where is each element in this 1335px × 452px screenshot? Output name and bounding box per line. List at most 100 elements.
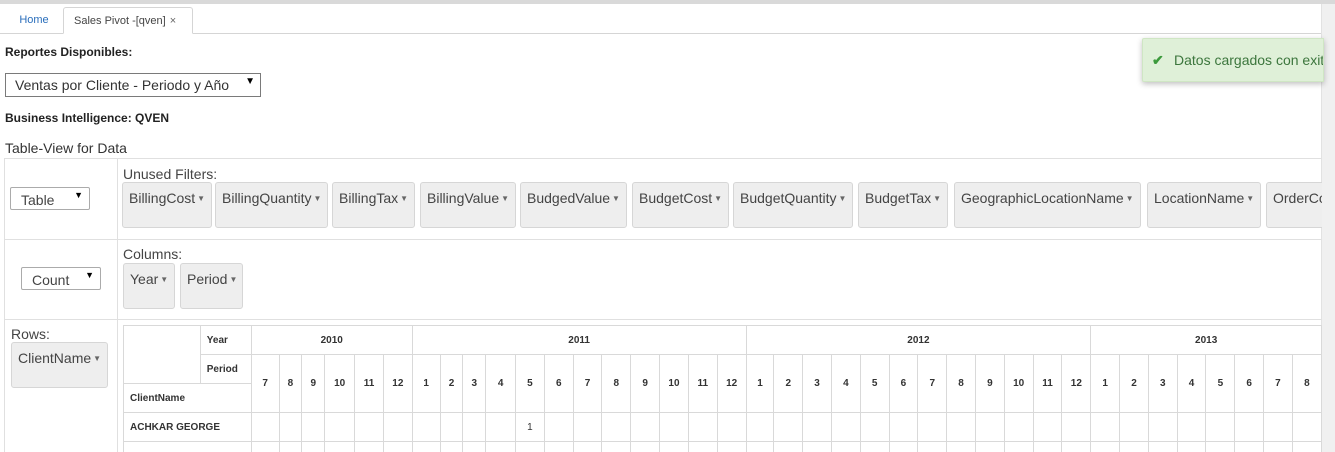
table-cell — [1090, 441, 1121, 452]
period-header: 3 — [1147, 354, 1178, 413]
table-cell — [1003, 412, 1034, 442]
report-select[interactable]: Ventas por Cliente - Periodo y Año ▼ — [5, 73, 261, 97]
period-axis-label: Period — [199, 354, 252, 384]
filter-ordercost-label: OrderCost — [1273, 190, 1322, 206]
caret-down-icon: ▼ — [714, 194, 723, 203]
pivot-row-divider-2 — [4, 319, 1322, 320]
period-header: 11 — [1032, 354, 1063, 413]
table-cell — [278, 412, 303, 442]
period-header: 3 — [802, 354, 832, 413]
table-cell — [462, 441, 487, 452]
reports-label: Reportes Disponibles: — [5, 45, 133, 59]
period-header: 3 — [462, 354, 487, 413]
column-year[interactable]: Year ▼ — [123, 263, 176, 309]
filter-locationname[interactable]: LocationName ▼ — [1147, 182, 1262, 228]
aggregator-select[interactable]: Count ▼ — [21, 267, 101, 290]
period-header: 9 — [301, 354, 326, 413]
table-cell — [1263, 412, 1293, 442]
filter-budgedvalue[interactable]: BudgedValue ▼ — [520, 182, 627, 228]
period-header: 10 — [1003, 354, 1034, 413]
period-header: 6 — [1234, 354, 1265, 413]
filter-budgettax-label: BudgetTax — [865, 190, 932, 206]
table-cell — [572, 412, 603, 442]
filter-budgettax[interactable]: BudgetTax ▼ — [858, 182, 949, 228]
caret-down-icon: ▼ — [93, 354, 102, 363]
period-header: 12 — [716, 354, 747, 413]
caret-down-icon: ▼ — [1125, 194, 1134, 203]
pivot-row-divider-1 — [4, 239, 1322, 240]
column-period[interactable]: Period ▼ — [180, 263, 243, 309]
filter-billingquantity-label: BillingQuantity — [222, 190, 312, 206]
table-cell — [1003, 441, 1034, 452]
row-clientname-label: ClientName — [18, 350, 92, 366]
period-header: 2 — [773, 354, 804, 413]
table-cell — [301, 412, 326, 442]
success-toast[interactable]: ✔ Datos cargados con exito — [1142, 38, 1324, 82]
table-cell — [630, 441, 661, 452]
period-header: 7 — [572, 354, 603, 413]
table-cell — [716, 412, 747, 442]
caret-down-icon: ▼ — [1246, 194, 1255, 203]
pivot-table-area: Year 2010 2011 2012 2013 Period 7 8 9 10 11 12 1 2 3 4 5… — [123, 325, 1322, 452]
filter-billingquantity[interactable]: BillingQuantity ▼ — [215, 182, 329, 228]
period-header: 6 — [543, 354, 574, 413]
table-cell — [830, 412, 861, 442]
period-header: 4 — [830, 354, 861, 413]
table-cell — [485, 441, 517, 452]
year-axis-label: Year — [199, 325, 252, 355]
year-header: 2012 — [745, 325, 1092, 355]
table-cell — [659, 412, 689, 442]
filter-billingvalue-label: BillingValue — [427, 190, 500, 206]
filter-geographiclocationname[interactable]: GeographicLocationName ▼ — [954, 182, 1141, 228]
period-header: 5 — [859, 354, 890, 413]
table-cell — [1119, 441, 1149, 452]
renderer-select-value: Table — [21, 192, 55, 208]
table-cell — [515, 441, 545, 452]
period-header: 11 — [354, 354, 384, 413]
table-row — [123, 441, 1322, 452]
table-cell — [917, 441, 948, 452]
tab-sales-pivot[interactable]: Sales Pivot -[qven] × — [63, 7, 193, 34]
table-cell — [1147, 441, 1178, 452]
tab-home[interactable]: Home — [6, 7, 62, 33]
table-cell — [716, 441, 747, 452]
caret-down-icon: ▼ — [501, 194, 510, 203]
table-cell — [543, 441, 574, 452]
unused-filters-label: Unused Filters: — [123, 166, 218, 182]
table-cell — [601, 412, 632, 442]
filter-budgetcost-label: BudgetCost — [639, 190, 713, 206]
filter-locationname-label: LocationName — [1154, 190, 1245, 206]
filter-budgetquantity[interactable]: BudgetQuantity ▼ — [733, 182, 854, 228]
table-cell — [354, 412, 384, 442]
close-icon[interactable]: × — [170, 15, 176, 27]
table-cell — [301, 441, 326, 452]
table-cell — [382, 441, 413, 452]
filter-billingtax[interactable]: BillingTax ▼ — [332, 182, 416, 228]
filter-ordercost[interactable]: OrderCost▼ — [1266, 182, 1322, 228]
table-cell — [543, 412, 574, 442]
table-cell — [687, 412, 718, 442]
renderer-select[interactable]: Table ▼ — [10, 187, 90, 210]
table-cell — [974, 441, 1005, 452]
pivot-left-border — [4, 158, 5, 452]
tab-home-label: Home — [19, 14, 49, 26]
table-cell — [1234, 412, 1265, 442]
check-icon: ✔ — [1152, 52, 1164, 68]
row-label — [123, 441, 252, 452]
filter-billingcost[interactable]: BillingCost ▼ — [122, 182, 213, 228]
table-cell — [1061, 441, 1092, 452]
pivot-table: Year 2010 2011 2012 2013 Period 7 8 9 10 11 12 1 2 3 4 5… — [123, 325, 1322, 452]
filter-billingtax-label: BillingTax — [339, 190, 399, 206]
table-cell — [485, 412, 517, 442]
period-header: 2 — [439, 354, 464, 413]
table-cell — [974, 412, 1005, 442]
table-cell — [572, 441, 603, 452]
table-cell — [278, 441, 303, 452]
row-clientname[interactable]: ClientName ▼ — [11, 342, 109, 388]
filter-budgetcost[interactable]: BudgetCost ▼ — [632, 182, 730, 228]
year-header: 2013 — [1090, 325, 1322, 355]
unused-filters-area: BillingCost ▼ BillingQuantity ▼ BillingTax… — [118, 181, 1322, 231]
table-cell — [411, 412, 441, 442]
table-cell — [1205, 441, 1236, 452]
filter-billingvalue[interactable]: BillingValue ▼ — [420, 182, 517, 228]
